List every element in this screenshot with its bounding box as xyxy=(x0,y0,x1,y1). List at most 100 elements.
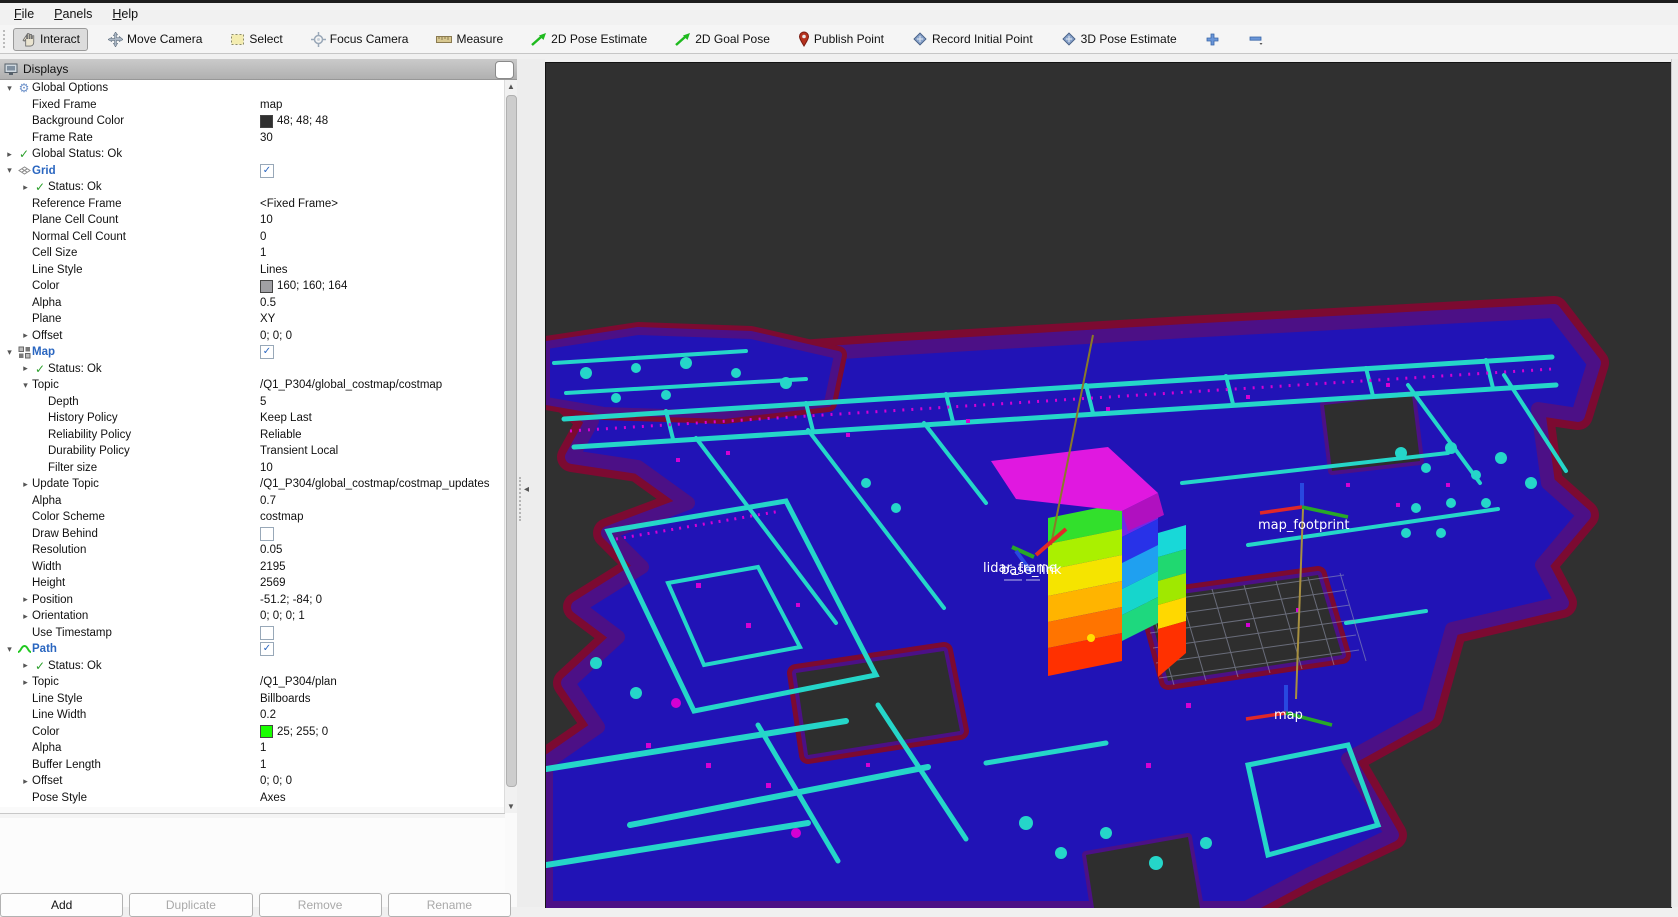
expander-icon[interactable]: ▸ xyxy=(19,594,32,605)
toolbar-tools: Interact Move Camera Select Focus Camera Mea… xyxy=(13,27,1284,51)
tree-row-status-ok[interactable]: ▸ ✓ Status: Ok xyxy=(0,179,505,196)
tool-2d-goal-pose[interactable]: 2D Goal Pose xyxy=(667,28,778,50)
tree-row-global-status-ok[interactable]: ▸ ✓ Global Status: Ok xyxy=(0,146,505,163)
expander-icon[interactable]: ▸ xyxy=(19,479,32,490)
divider-handle[interactable] xyxy=(519,477,521,521)
tree-row-color[interactable]: Color 25; 255; 0 xyxy=(0,724,505,741)
tree-row-color[interactable]: Color 160; 160; 164 xyxy=(0,278,505,295)
expander-icon[interactable]: ▸ xyxy=(19,330,32,341)
expander-icon[interactable]: ▾ xyxy=(3,83,16,94)
tree-row-grid[interactable]: ▾ Grid ✓ xyxy=(0,163,505,180)
tree-row-plane-cell-count[interactable]: Plane Cell Count 10 xyxy=(0,212,505,229)
expander-icon[interactable]: ▸ xyxy=(19,363,32,374)
tree-row-path[interactable]: ▾ Path ✓ xyxy=(0,641,505,658)
tree-row-durability-policy[interactable]: Durability Policy Transient Local xyxy=(0,443,505,460)
tree-row-line-width[interactable]: Line Width 0.2 xyxy=(0,707,505,724)
expander-icon[interactable]: ▸ xyxy=(19,182,32,193)
value-text: 25; 255; 0 xyxy=(277,725,329,738)
tree-row-resolution[interactable]: Resolution 0.05 xyxy=(0,542,505,559)
panel-divider[interactable]: ◂ xyxy=(517,59,545,907)
property-label: Buffer Length xyxy=(32,758,101,771)
tree-row-buffer-length[interactable]: Buffer Length 1 xyxy=(0,757,505,774)
tree-row-pose-style[interactable]: Pose Style Axes xyxy=(0,790,505,807)
tree-row-topic[interactable]: ▸ Topic/Q1_P304/plan xyxy=(0,674,505,691)
tool-plus-icon[interactable] xyxy=(1197,28,1228,51)
tree-row-background-color[interactable]: Background Color 48; 48; 48 xyxy=(0,113,505,130)
toolbar-drag-handle[interactable] xyxy=(3,30,9,48)
menu-file[interactable]: File xyxy=(4,5,44,23)
tool-publish-point[interactable]: Publish Point xyxy=(790,27,892,51)
tree-row-alpha[interactable]: Alpha 0.5 xyxy=(0,295,505,312)
tree-row-orientation[interactable]: ▸ Orientation 0; 0; 0; 1 xyxy=(0,608,505,625)
tree-scrollbar[interactable]: ▲ ▼ xyxy=(504,80,517,813)
checkbox-checked[interactable]: ✓ xyxy=(260,642,274,657)
checkbox-unchecked[interactable] xyxy=(260,526,274,541)
tool-record-initial-point[interactable]: Record Initial Point xyxy=(904,27,1041,51)
tree-row-width[interactable]: Width 2195 xyxy=(0,559,505,576)
expander-icon[interactable]: ▾ xyxy=(3,165,16,176)
tree-row-status-ok[interactable]: ▸ ✓ Status: Ok xyxy=(0,361,505,378)
tree-row-topic[interactable]: ▾ Topic/Q1_P304/global_costmap/costmap xyxy=(0,377,505,394)
tree-row-global-options[interactable]: ▾ ⚙ Global Options xyxy=(0,80,505,97)
tool-minus-icon[interactable] xyxy=(1240,29,1272,50)
add-button[interactable]: Add xyxy=(0,893,124,917)
checkbox-checked[interactable]: ✓ xyxy=(260,345,274,360)
panel-undock-button[interactable] xyxy=(495,61,514,79)
tool-move-camera[interactable]: Move Camera xyxy=(100,28,210,51)
tree-row-normal-cell-count[interactable]: Normal Cell Count 0 xyxy=(0,229,505,246)
tree-row-color-scheme[interactable]: Color Scheme costmap xyxy=(0,509,505,526)
tree-row-height[interactable]: Height 2569 xyxy=(0,575,505,592)
scroll-up-icon[interactable]: ▲ xyxy=(505,80,517,93)
tree-row-filter-size[interactable]: Filter size 10 xyxy=(0,460,505,477)
3d-viewport[interactable]: lidar_frame base_link map_footprint map xyxy=(531,62,1672,917)
menu-help[interactable]: Help xyxy=(102,5,148,23)
expander-icon[interactable]: ▸ xyxy=(19,660,32,671)
tree-row-draw-behind[interactable]: Draw Behind xyxy=(0,526,505,543)
tree-row-frame-rate[interactable]: Frame Rate 30 xyxy=(0,130,505,147)
tree-row-use-timestamp[interactable]: Use Timestamp xyxy=(0,625,505,642)
tree-row-update-topic[interactable]: ▸ Update Topic/Q1_P304/global_costmap/cos… xyxy=(0,476,505,493)
tree-row-map[interactable]: ▾ Map ✓ xyxy=(0,344,505,361)
tree-row-line-style[interactable]: Line Style Lines xyxy=(0,262,505,279)
property-label: Line Style xyxy=(32,263,83,276)
remove-button[interactable]: Remove xyxy=(258,893,382,917)
tree-row-history-policy[interactable]: History Policy Keep Last xyxy=(0,410,505,427)
tool-2d-pose-estimate[interactable]: 2D Pose Estimate xyxy=(523,28,655,50)
checkbox-checked[interactable]: ✓ xyxy=(260,163,274,178)
tree-row-plane[interactable]: Plane XY xyxy=(0,311,505,328)
expander-icon[interactable]: ▸ xyxy=(19,776,32,787)
property-label: Draw Behind xyxy=(32,527,98,540)
tree-row-alpha[interactable]: Alpha 0.7 xyxy=(0,493,505,510)
tool-select[interactable]: Select xyxy=(222,28,290,51)
tree-row-reliability-policy[interactable]: Reliability Policy Reliable xyxy=(0,427,505,444)
expander-icon[interactable]: ▸ xyxy=(19,611,32,622)
menu-panels[interactable]: Panels xyxy=(44,5,102,23)
expander-icon[interactable]: ▸ xyxy=(19,677,32,688)
tree-row-offset[interactable]: ▸ Offset 0; 0; 0 xyxy=(0,328,505,345)
expander-icon[interactable]: ▾ xyxy=(3,347,16,358)
tree-row-fixed-frame[interactable]: Fixed Frame map xyxy=(0,97,505,114)
tree-row-alpha[interactable]: Alpha 1 xyxy=(0,740,505,757)
tree-row-offset[interactable]: ▸ Offset 0; 0; 0 xyxy=(0,773,505,790)
tool-3d-pose-estimate[interactable]: 3D Pose Estimate xyxy=(1053,27,1185,51)
collapse-left-icon[interactable]: ◂ xyxy=(524,484,529,495)
tree-row-position[interactable]: ▸ Position -51.2; -84; 0 xyxy=(0,592,505,609)
duplicate-button[interactable]: Duplicate xyxy=(129,893,253,917)
scroll-down-icon[interactable]: ▼ xyxy=(505,800,517,813)
tool-measure[interactable]: Measure xyxy=(428,28,511,50)
tree-row-line-style[interactable]: Line Style Billboards xyxy=(0,691,505,708)
expander-icon[interactable]: ▸ xyxy=(3,149,16,160)
rename-button[interactable]: Rename xyxy=(387,893,511,917)
expander-icon[interactable]: ▾ xyxy=(19,380,32,391)
expander-icon[interactable]: ▾ xyxy=(3,644,16,655)
tree-row-depth[interactable]: Depth 5 xyxy=(0,394,505,411)
tree-row-status-ok[interactable]: ▸ ✓ Status: Ok xyxy=(0,658,505,675)
tree-row-cell-size[interactable]: Cell Size 1 xyxy=(0,245,505,262)
displays-panel-header[interactable]: Displays xyxy=(0,59,517,80)
tool-focus-camera[interactable]: Focus Camera xyxy=(303,28,417,51)
checkbox-unchecked[interactable] xyxy=(260,625,274,640)
scrollbar-thumb[interactable] xyxy=(506,95,517,787)
minus-icon xyxy=(1248,33,1264,46)
tool-interact[interactable]: Interact xyxy=(13,27,89,51)
tree-row-reference-frame[interactable]: Reference Frame <Fixed Frame> xyxy=(0,196,505,213)
